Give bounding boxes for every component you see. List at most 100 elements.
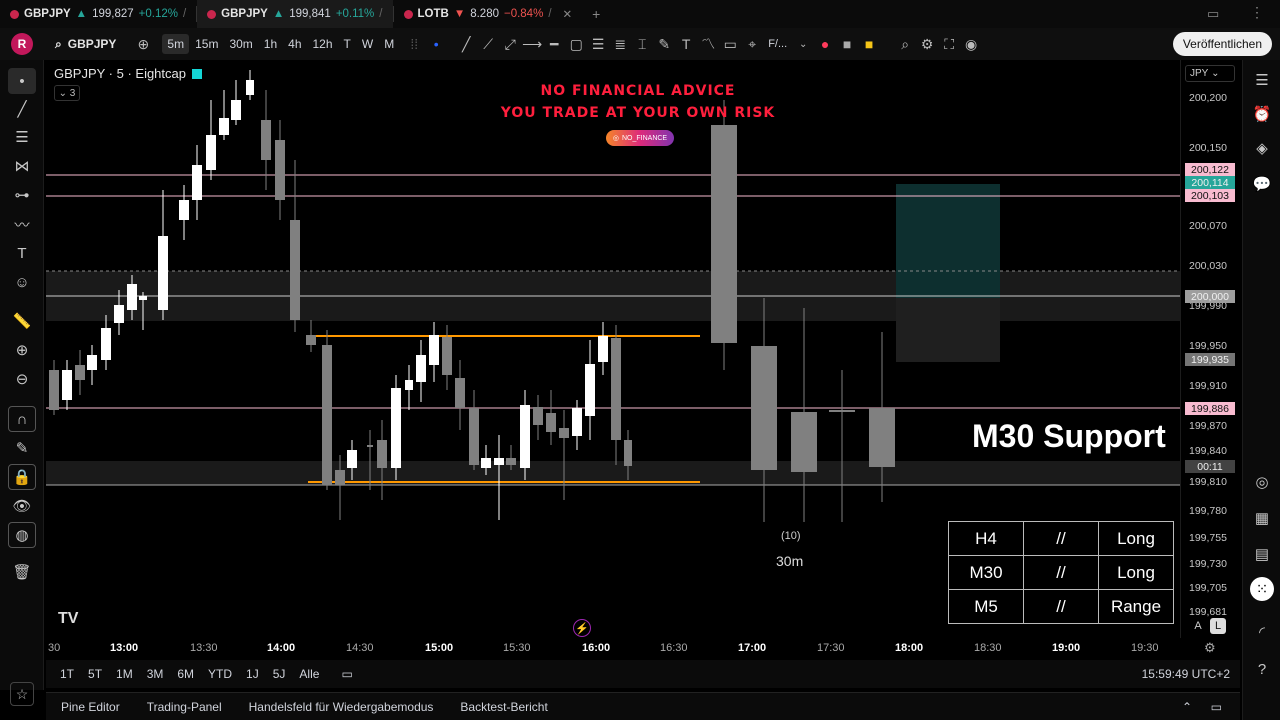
globe-icon[interactable]: ◍	[8, 522, 36, 548]
ray-icon[interactable]: ⟋	[477, 33, 499, 55]
pencil-lock-icon[interactable]: ✎	[8, 435, 36, 461]
brush-icon[interactable]: ✎	[653, 33, 675, 55]
indicator-gray-icon[interactable]: ■	[836, 33, 858, 55]
time-tick-label: 19:30	[1131, 642, 1159, 654]
emoji-icon[interactable]: ☺	[8, 269, 36, 295]
zoom-icon[interactable]: ⌕	[894, 33, 916, 55]
timeframe-12h[interactable]: 12h	[308, 34, 338, 54]
lock-icon[interactable]: 🔒	[8, 464, 36, 490]
log-scale-button[interactable]: L	[1210, 618, 1226, 634]
settings-icon[interactable]: ⚙	[916, 33, 938, 55]
range-1d[interactable]: 1T	[60, 667, 74, 681]
fib-retracement-icon[interactable]: ≣	[609, 33, 631, 55]
parallel-channel-icon[interactable]: ☰	[587, 33, 609, 55]
time-axis[interactable]: 30 13:00 13:30 14:00 14:30 15:00 15:30 16:00 16:…	[46, 638, 1216, 658]
tab-lotb[interactable]: LOTB ▼ 8.280 −0.84% / ✕	[394, 0, 583, 28]
publish-button[interactable]: Veröffentlichen	[1172, 32, 1272, 56]
timeframe-week[interactable]: W	[357, 34, 378, 54]
chevron-up-icon[interactable]: ⌃	[1182, 700, 1192, 714]
timeframe-1h[interactable]: 1h	[259, 34, 282, 54]
date-range-icon[interactable]: ▭	[341, 667, 352, 681]
price-note-icon[interactable]: ⌖	[741, 33, 763, 55]
pattern-icon[interactable]: ⋈	[8, 153, 36, 179]
timeframe-15m[interactable]: 15m	[190, 34, 223, 54]
trend-line-icon[interactable]: ╱	[8, 96, 36, 122]
fx-button[interactable]: F/...	[763, 35, 792, 53]
more-icon[interactable]: ⋮	[1250, 4, 1264, 21]
lightning-icon[interactable]: ⚡	[573, 619, 591, 637]
layers-icon[interactable]: ◈	[1250, 136, 1274, 160]
new-tab-icon[interactable]: +	[582, 0, 610, 28]
range-1y[interactable]: 1J	[246, 667, 259, 681]
calendar-icon[interactable]: ▦	[1250, 506, 1274, 530]
brush-icon[interactable]: 〰	[8, 211, 36, 237]
indicator-red-icon[interactable]: ●	[814, 33, 836, 55]
indicator-yellow-icon[interactable]: ■	[858, 33, 880, 55]
settings-icon[interactable]: ⚙	[1204, 640, 1216, 656]
callout-icon[interactable]: ▭	[719, 33, 741, 55]
apps-icon[interactable]: ⁙	[1250, 577, 1274, 601]
horizontal-ray-icon[interactable]: ⟶	[521, 33, 543, 55]
dot-icon[interactable]: •	[425, 33, 447, 55]
star-icon[interactable]: ☆	[10, 682, 34, 706]
price-axis[interactable]: JPY ⌄ 200,200 200,150 200,070 200,030 199,99…	[1180, 60, 1240, 638]
range-all[interactable]: Alle	[299, 667, 319, 681]
zoom-out-icon[interactable]: ⊖	[8, 366, 36, 392]
tab-gbpjpy-2[interactable]: GBPJPY ▲ 199,841 +0.11% /	[197, 0, 393, 28]
measure-icon[interactable]: ⌶	[631, 33, 653, 55]
candle-body	[139, 296, 147, 300]
tab-gbpjpy-1[interactable]: GBPJPY ▲ 199,827 +0.12% /	[0, 0, 196, 28]
trend-line-icon[interactable]: ╱	[455, 33, 477, 55]
trash-icon[interactable]: 🗑	[8, 559, 36, 585]
range-5d[interactable]: 5T	[88, 667, 102, 681]
chart-area[interactable]: GBPJPY · 5 · Eightcap ⌄ 3 NO FINANCIAL A…	[46, 60, 1180, 638]
watchlist-icon[interactable]: ☰	[1250, 68, 1274, 92]
auto-scale-button[interactable]: A	[1190, 618, 1206, 634]
alarm-icon[interactable]: ⏰	[1250, 102, 1274, 126]
window-layout-icon[interactable]: ▭	[1207, 6, 1219, 22]
timeframe-month[interactable]: M	[379, 34, 399, 54]
cursor-icon[interactable]: •	[8, 68, 36, 94]
tab-pine-editor[interactable]: Pine Editor	[61, 700, 120, 714]
drag-handle-icon[interactable]: ⁞⁞	[403, 33, 425, 55]
zoom-in-icon[interactable]: ⊕	[8, 337, 36, 363]
pattern-icon[interactable]: 〽	[697, 33, 719, 55]
magnet-icon[interactable]: ∩	[8, 406, 36, 432]
ruler-icon[interactable]: 📏	[8, 308, 36, 334]
tab-replay-panel[interactable]: Handelsfeld für Wiedergabemodus	[249, 700, 434, 714]
range-ytd[interactable]: YTD	[208, 667, 232, 681]
fib-icon[interactable]: ☰	[8, 124, 36, 150]
eye-icon[interactable]: 👁	[8, 493, 36, 519]
symbol-search[interactable]: ⌕ GBPJPY	[55, 37, 116, 52]
text-icon[interactable]: T	[8, 240, 36, 266]
tab-trading-panel[interactable]: Trading-Panel	[147, 700, 222, 714]
chat-icon[interactable]: 💬	[1250, 172, 1274, 196]
help-icon[interactable]: ?	[1250, 657, 1274, 681]
fullscreen-icon[interactable]: ⛶	[938, 33, 960, 55]
notes-icon[interactable]: ▤	[1250, 542, 1274, 566]
extended-line-icon[interactable]: ⤢	[499, 33, 521, 55]
signal-icon[interactable]: ◜	[1250, 620, 1274, 644]
tab-backtest-report[interactable]: Backtest-Bericht	[460, 700, 547, 714]
chevron-down-icon[interactable]: ⌄	[792, 33, 814, 55]
prediction-icon[interactable]: ⊶	[8, 182, 36, 208]
timeframe-5m[interactable]: 5m	[162, 34, 190, 54]
legend-collapse-button[interactable]: ⌄ 3	[54, 85, 80, 101]
range-3m[interactable]: 3M	[147, 667, 164, 681]
target-icon[interactable]: ◎	[1250, 470, 1274, 494]
text-tool-icon[interactable]: T	[675, 33, 697, 55]
range-1m[interactable]: 1M	[116, 667, 133, 681]
timeframe-30m[interactable]: 30m	[224, 34, 257, 54]
range-5y[interactable]: 5J	[273, 667, 286, 681]
tab-close-icon[interactable]: ✕	[563, 7, 573, 21]
camera-icon[interactable]: ◉	[960, 33, 982, 55]
timeframe-day[interactable]: T	[339, 34, 356, 54]
currency-selector[interactable]: JPY ⌄	[1185, 65, 1235, 82]
timeframe-4h[interactable]: 4h	[283, 34, 306, 54]
avatar[interactable]: R	[11, 33, 33, 55]
rectangle-icon[interactable]: ▢	[565, 33, 587, 55]
maximize-icon[interactable]: ▭	[1211, 700, 1222, 714]
horizontal-line-icon[interactable]: ━	[543, 33, 565, 55]
range-6m[interactable]: 6M	[177, 667, 194, 681]
add-symbol-icon[interactable]: ⊕	[132, 33, 154, 55]
